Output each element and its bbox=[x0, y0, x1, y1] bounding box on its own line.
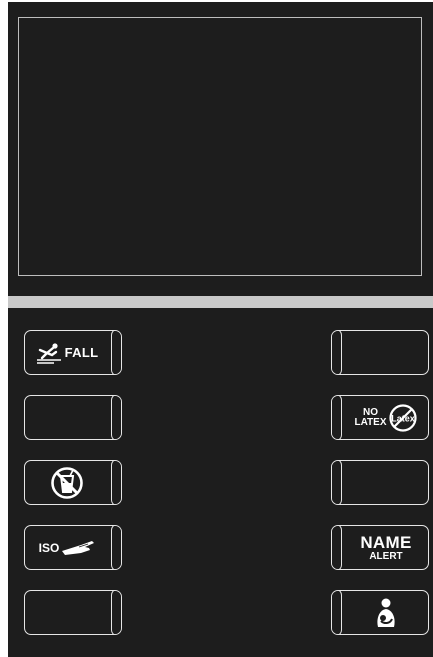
fall-label: FALL bbox=[64, 345, 99, 360]
name-alert-tile[interactable]: NAME ALERT bbox=[331, 525, 429, 570]
fall-risk-tile[interactable]: FALL bbox=[24, 330, 122, 375]
tile-tab bbox=[332, 331, 342, 374]
blank-tile-right-3[interactable] bbox=[331, 460, 429, 505]
gloved-hand-icon bbox=[61, 539, 95, 557]
blank-tile-left-2[interactable] bbox=[24, 395, 122, 440]
tile-tab bbox=[332, 526, 342, 569]
tile-tab bbox=[111, 526, 121, 569]
mother-baby-icon bbox=[373, 597, 399, 629]
tile-tab bbox=[332, 461, 342, 504]
isolation-tile[interactable]: ISO bbox=[24, 525, 122, 570]
tile-tab bbox=[111, 461, 121, 504]
no-liquids-icon bbox=[50, 466, 84, 500]
info-display-panel bbox=[18, 17, 422, 276]
no-liquids-tile[interactable] bbox=[24, 460, 122, 505]
mother-baby-tile[interactable] bbox=[331, 590, 429, 635]
blank-tile-right-1[interactable] bbox=[331, 330, 429, 375]
no-latex-tile[interactable]: NO LATEX Latex bbox=[331, 395, 429, 440]
alert-label: ALERT bbox=[369, 550, 403, 562]
tile-tab bbox=[332, 396, 342, 439]
tile-tab bbox=[111, 331, 121, 374]
panel-divider bbox=[8, 296, 433, 308]
iso-label: ISO bbox=[38, 540, 60, 555]
slip-fall-icon bbox=[36, 342, 62, 364]
tile-tab bbox=[332, 591, 342, 634]
no-latex-icon: Latex bbox=[388, 403, 418, 433]
name-label: NAME bbox=[360, 532, 412, 552]
blank-tile-left-5[interactable] bbox=[24, 590, 122, 635]
tile-tab bbox=[111, 591, 121, 634]
no-label: NO bbox=[362, 406, 378, 418]
tile-tab bbox=[111, 396, 121, 439]
latex-label: LATEX bbox=[354, 416, 387, 428]
